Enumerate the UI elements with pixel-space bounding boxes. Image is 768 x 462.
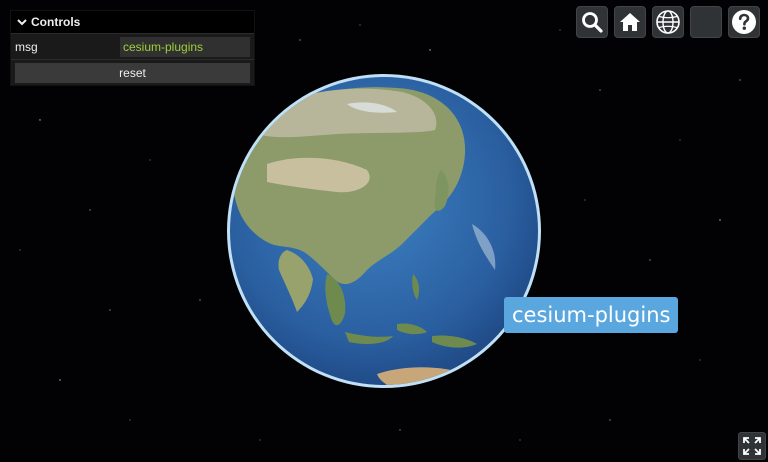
help-button[interactable] [728,6,760,38]
fullscreen-button[interactable] [738,432,766,460]
msg-row: msg [11,33,254,59]
earth-globe[interactable] [227,74,541,388]
msg-input[interactable] [120,36,250,57]
geocoder-button[interactable] [576,6,608,38]
cesium-viewer[interactable]: Controls msg reset [0,0,768,462]
controls-title: Controls [31,15,81,29]
msg-label: msg [15,39,38,54]
scene-mode-button[interactable] [652,6,684,38]
home-button[interactable] [614,6,646,38]
base-layer-picker-button[interactable] [690,6,722,38]
cesium-toolbar [576,6,760,38]
search-icon [582,12,603,33]
home-icon [620,13,640,31]
globe-icon [656,10,680,34]
fullscreen-icon [743,437,761,455]
reset-button[interactable]: reset [15,62,250,83]
controls-header[interactable]: Controls [11,11,254,33]
reset-row: reset [11,59,254,85]
controls-panel: Controls msg reset [10,10,255,86]
map-label: cesium-plugins [504,297,679,333]
help-icon [732,10,756,34]
chevron-down-icon [17,19,27,26]
